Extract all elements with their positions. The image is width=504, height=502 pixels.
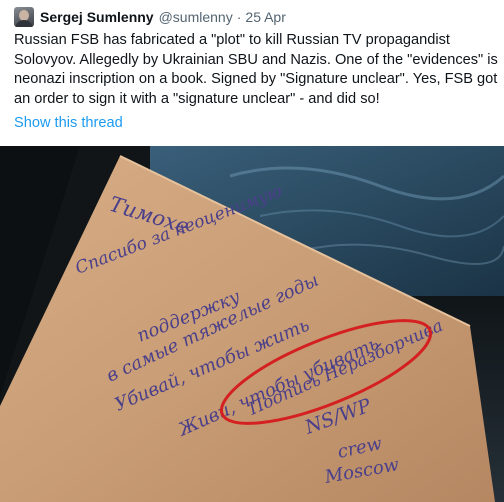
display-name[interactable]: Sergej Sumlenny <box>40 9 154 25</box>
tweet-date[interactable]: 25 Apr <box>245 9 285 25</box>
tweet: Sergej Sumlenny @sumlenny · 25 Apr Russi… <box>0 0 504 502</box>
tweet-text: Russian FSB has fabricated a "plot" to k… <box>14 32 498 107</box>
tweet-media-image[interactable]: Тимохе Спасибо за неоценимую поддержку в… <box>0 146 504 502</box>
avatar[interactable] <box>14 7 34 27</box>
show-thread-link[interactable]: Show this thread <box>14 115 123 131</box>
avatar-shoulders <box>15 20 33 27</box>
user-handle[interactable]: @sumlenny <box>159 9 233 25</box>
book-photo: Тимохе Спасибо за неоценимую поддержку в… <box>0 146 504 502</box>
tweet-header: Sergej Sumlenny @sumlenny · 25 Apr <box>14 6 286 28</box>
separator-dot: · <box>236 9 242 25</box>
